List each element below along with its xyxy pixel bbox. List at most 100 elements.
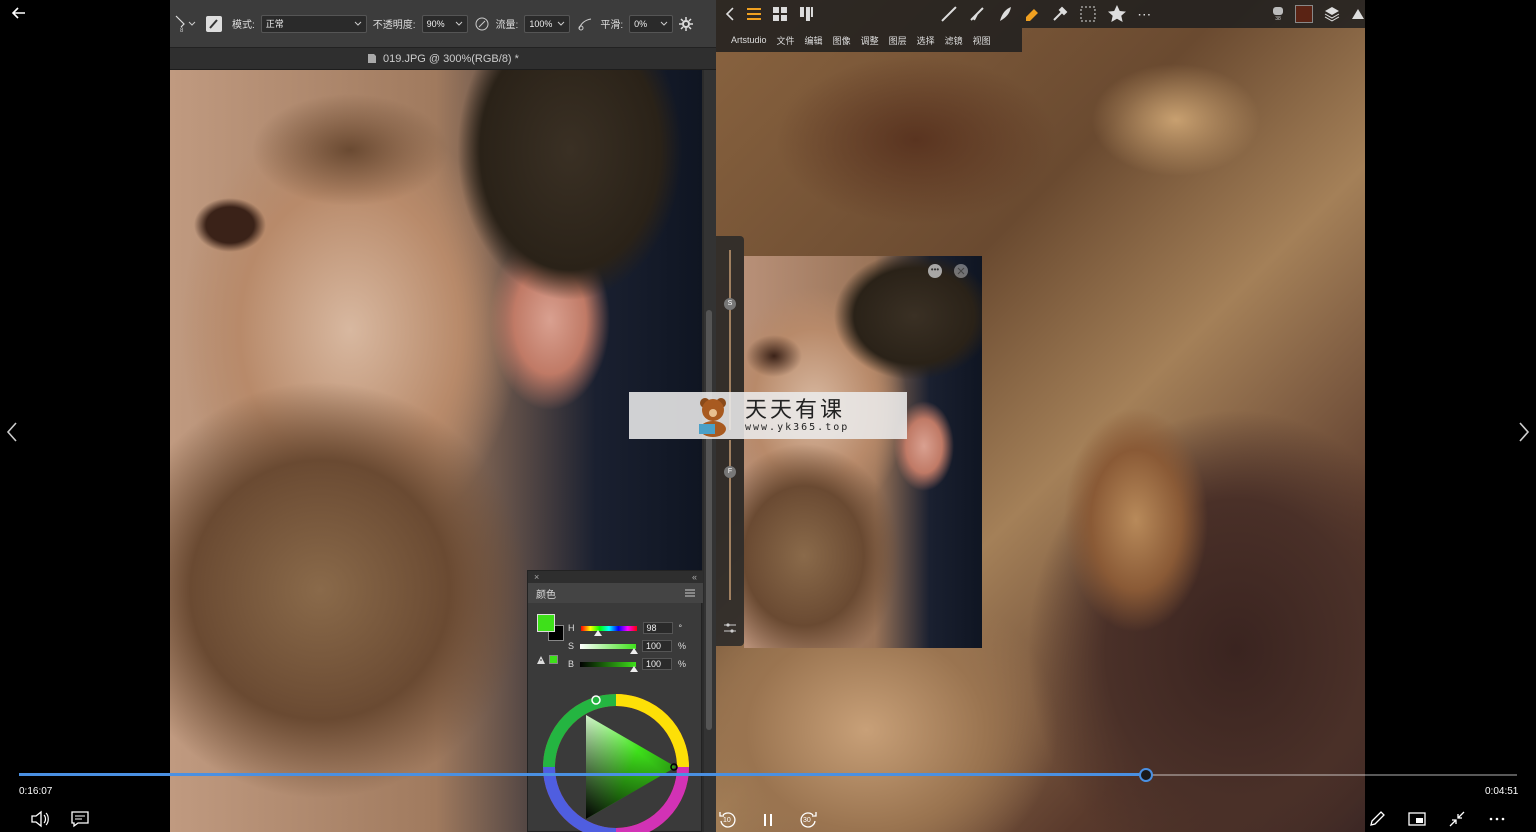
triangle-up-icon[interactable] bbox=[1351, 8, 1365, 20]
chevron-down-icon bbox=[188, 21, 196, 26]
more-options-button[interactable] bbox=[1488, 810, 1506, 828]
reference-image-window[interactable]: ••• bbox=[744, 256, 982, 648]
color-wheel[interactable] bbox=[538, 687, 694, 832]
arrow-left-icon bbox=[11, 7, 25, 19]
volume-button[interactable] bbox=[30, 810, 50, 828]
airbrush-icon[interactable] bbox=[576, 16, 594, 32]
watermark-url: www.yk365.top bbox=[745, 422, 850, 433]
chevron-down-icon bbox=[455, 21, 462, 26]
flow-slider-thumb[interactable]: F bbox=[724, 466, 736, 478]
current-color-swatch[interactable] bbox=[1295, 5, 1314, 23]
menu-item-select[interactable]: 选择 bbox=[917, 34, 935, 47]
eraser-tool-icon[interactable] bbox=[1023, 5, 1041, 23]
hue-slider-thumb[interactable] bbox=[593, 629, 602, 636]
web-safe-swatch[interactable] bbox=[549, 655, 558, 664]
mini-player-button[interactable] bbox=[1408, 810, 1426, 828]
star-icon[interactable] bbox=[1107, 4, 1127, 24]
smoothing-field[interactable]: 0% bbox=[629, 14, 674, 33]
chevron-left-icon[interactable] bbox=[724, 6, 736, 22]
hue-value[interactable]: 98 bbox=[642, 622, 673, 634]
exit-fullscreen-button[interactable] bbox=[1448, 810, 1466, 828]
menu-item-file[interactable]: 文件 bbox=[777, 34, 795, 47]
brush-settings-toggle[interactable] bbox=[206, 15, 222, 32]
opacity-label: 不透明度: bbox=[372, 20, 416, 31]
pause-button[interactable] bbox=[760, 812, 776, 828]
gamut-warning-icon[interactable] bbox=[536, 655, 546, 665]
menu-item-filter[interactable]: 滤镜 bbox=[945, 34, 963, 47]
tab-color[interactable]: 颜色 bbox=[528, 583, 703, 603]
gallery-icon[interactable] bbox=[772, 6, 788, 22]
bear-logo-icon bbox=[699, 398, 726, 437]
hue-slider[interactable] bbox=[580, 625, 637, 636]
pause-icon bbox=[764, 814, 772, 826]
brush-preset-picker[interactable]: 8 bbox=[174, 9, 200, 39]
brush-size-indicator[interactable]: 38 bbox=[1271, 6, 1285, 22]
feather-tool-icon[interactable] bbox=[996, 5, 1014, 23]
artstudio-menu-bar: Artstudio 文件 编辑 图像 调整 图层 选择 滤镜 视图 bbox=[716, 28, 1022, 52]
selection-tool-icon[interactable] bbox=[1079, 5, 1097, 23]
next-video-button[interactable] bbox=[1516, 420, 1532, 444]
menu-item-artstudio[interactable]: Artstudio bbox=[731, 35, 767, 45]
saturation-label: S bbox=[568, 641, 575, 651]
tab-color-label: 颜色 bbox=[536, 589, 556, 601]
hue-unit: ° bbox=[678, 623, 683, 633]
previous-video-button[interactable] bbox=[4, 420, 20, 444]
menu-item-layer[interactable]: 图层 bbox=[889, 34, 907, 47]
reference-options-button[interactable]: ••• bbox=[928, 264, 942, 278]
panel-header: × « bbox=[528, 571, 703, 583]
chevron-down-icon bbox=[354, 21, 362, 26]
skip-forward-button[interactable]: 30 bbox=[798, 810, 818, 830]
brush-library-icon[interactable] bbox=[798, 5, 816, 23]
scrollbar-thumb[interactable] bbox=[706, 310, 712, 730]
edit-button[interactable] bbox=[1368, 810, 1386, 828]
elapsed-time: 0:16:07 bbox=[19, 786, 53, 797]
mode-label: 模式: bbox=[232, 20, 255, 31]
brightness-value[interactable]: 100 bbox=[642, 658, 673, 670]
smudge-tool-icon[interactable] bbox=[968, 5, 986, 23]
skip-back-button[interactable]: 10 bbox=[718, 810, 738, 830]
saturation-value[interactable]: 100 bbox=[642, 640, 673, 652]
reference-close-button[interactable] bbox=[954, 264, 968, 278]
chevron-down-icon bbox=[660, 21, 668, 26]
saturation-slider-thumb[interactable] bbox=[630, 647, 639, 654]
exit-fullscreen-icon bbox=[1449, 811, 1465, 827]
menu-icon[interactable] bbox=[746, 7, 762, 21]
brush-tool-icon[interactable] bbox=[940, 5, 958, 23]
layers-icon[interactable] bbox=[1323, 5, 1341, 23]
size-slider-thumb[interactable]: S bbox=[724, 298, 736, 310]
panel-menu-icon[interactable] bbox=[685, 589, 695, 597]
eyedropper-icon[interactable] bbox=[1051, 5, 1069, 23]
menu-item-edit[interactable]: 编辑 bbox=[805, 34, 823, 47]
saturation-slider[interactable] bbox=[580, 643, 639, 654]
artstudio-toolbar: ⋯ 38 bbox=[716, 0, 1365, 28]
foreground-swatch[interactable] bbox=[537, 614, 555, 632]
menu-item-image[interactable]: 图像 bbox=[833, 34, 851, 47]
opacity-field[interactable]: 90% bbox=[421, 14, 468, 33]
gear-icon[interactable] bbox=[679, 16, 694, 31]
flow-slider[interactable] bbox=[729, 440, 731, 600]
more-icon[interactable]: ⋯ bbox=[1137, 6, 1151, 23]
svg-text:8: 8 bbox=[180, 28, 184, 34]
menu-item-view[interactable]: 视图 bbox=[973, 34, 991, 47]
collapse-icon[interactable]: « bbox=[692, 572, 697, 582]
flow-field[interactable]: 100% bbox=[524, 14, 571, 33]
remaining-time: 0:04:51 bbox=[1485, 786, 1519, 797]
back-button[interactable] bbox=[10, 4, 28, 22]
opacity-value: 90% bbox=[426, 18, 445, 29]
flow-slider-label: F bbox=[727, 468, 733, 475]
watermark-title: 天天有课 bbox=[745, 397, 846, 422]
close-icon[interactable]: × bbox=[534, 572, 539, 582]
hue-slider-row: H 98 ° bbox=[568, 621, 683, 636]
menu-item-adjust[interactable]: 调整 bbox=[861, 34, 879, 47]
subtitles-icon bbox=[71, 811, 89, 828]
adjustments-icon[interactable] bbox=[723, 622, 737, 634]
pressure-opacity-icon[interactable] bbox=[474, 16, 490, 32]
color-panel: × « 颜色 H 98 ° S 100 % B 100 % bbox=[527, 570, 703, 832]
subtitles-button[interactable] bbox=[70, 810, 90, 828]
brush-tip-icon: 8 bbox=[175, 15, 185, 34]
blend-mode-value: 正常 bbox=[265, 19, 284, 29]
document-tab[interactable]: 019.JPG @ 300%(RGB/8) * bbox=[170, 48, 716, 70]
brightness-slider-thumb[interactable] bbox=[630, 665, 639, 672]
blend-mode-select[interactable]: 正常 bbox=[260, 14, 367, 33]
brightness-slider[interactable] bbox=[580, 661, 639, 672]
